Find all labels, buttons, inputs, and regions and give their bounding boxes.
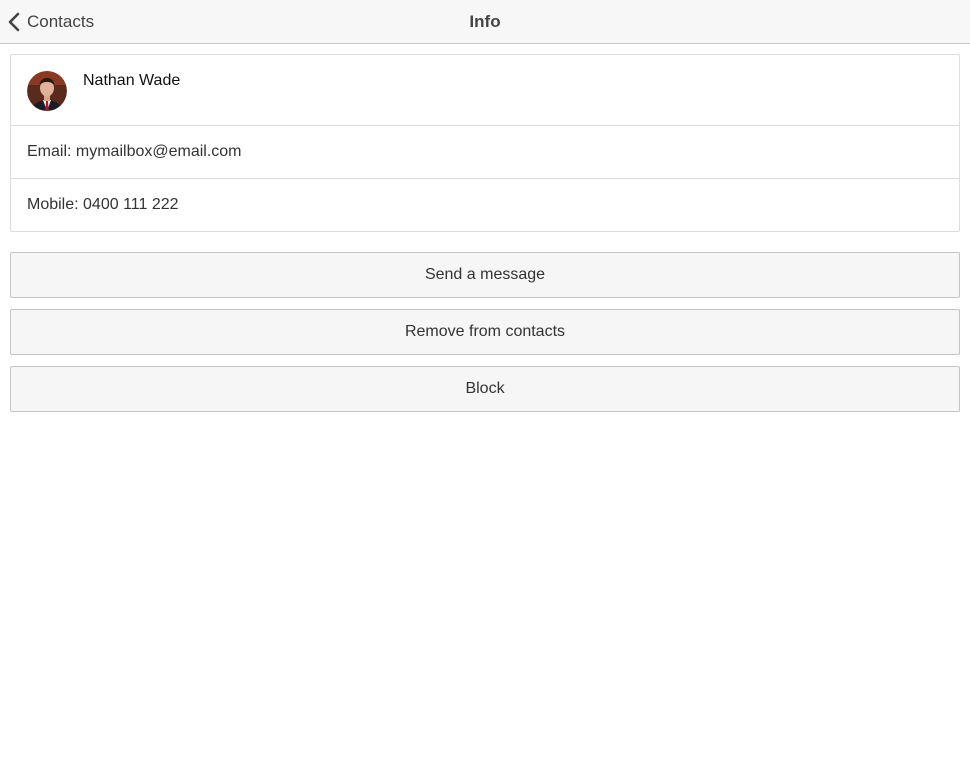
email-text: Email: mymailbox@email.com (27, 143, 242, 160)
avatar (27, 71, 67, 111)
mobile-text: Mobile: 0400 111 222 (27, 196, 179, 213)
block-button[interactable]: Block (10, 366, 960, 412)
contact-profile-row: Nathan Wade (11, 55, 959, 125)
actions-group: Send a message Remove from contacts Bloc… (10, 252, 960, 412)
email-row[interactable]: Email: mymailbox@email.com (11, 125, 959, 178)
contact-name: Nathan Wade (83, 72, 181, 89)
back-button[interactable]: Contacts (8, 0, 94, 43)
mobile-row[interactable]: Mobile: 0400 111 222 (11, 178, 959, 231)
back-button-label: Contacts (27, 11, 95, 31)
contact-info-card: Nathan Wade Email: mymailbox@email.com M… (10, 54, 960, 232)
chevron-left-icon (8, 12, 20, 31)
send-message-button[interactable]: Send a message (10, 252, 960, 298)
top-navbar: Contacts Info (0, 0, 970, 44)
remove-from-contacts-button[interactable]: Remove from contacts (10, 309, 960, 355)
page-title: Info (469, 11, 501, 31)
